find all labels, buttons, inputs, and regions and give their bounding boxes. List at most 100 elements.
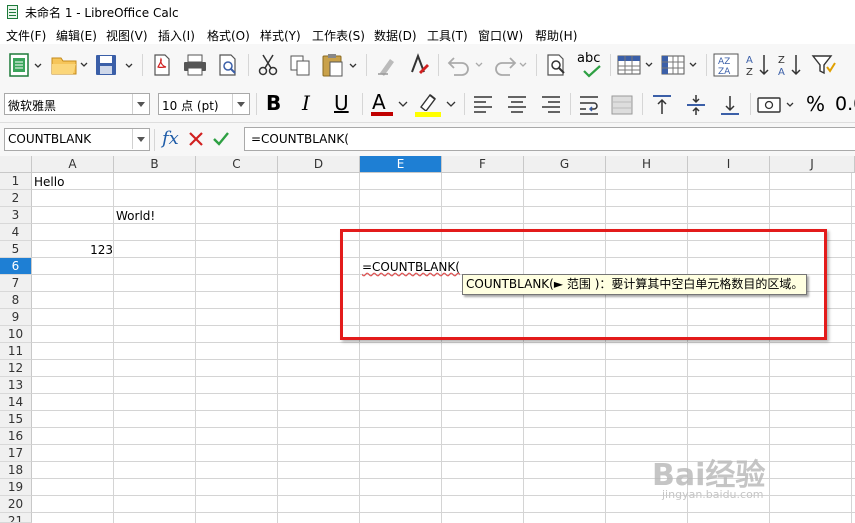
export-pdf-icon[interactable]: [150, 53, 174, 77]
row-header-4[interactable]: 4: [0, 224, 32, 241]
copy-icon[interactable]: [288, 53, 312, 77]
highlight-color-button[interactable]: [414, 91, 458, 117]
row-header-12[interactable]: 12: [0, 360, 32, 377]
cell-a1[interactable]: Hello: [34, 175, 64, 189]
row-header-20[interactable]: 20: [0, 496, 32, 513]
column-header-c[interactable]: C: [196, 156, 278, 173]
menu-styles[interactable]: 样式(Y): [260, 27, 301, 44]
watermark-url: jingyan.baidu.com: [662, 488, 764, 501]
row-header-18[interactable]: 18: [0, 462, 32, 479]
row-header-15[interactable]: 15: [0, 411, 32, 428]
column-header-b[interactable]: B: [114, 156, 196, 173]
undo-icon[interactable]: [446, 54, 486, 76]
clone-formatting-icon[interactable]: [404, 52, 430, 78]
font-size-box[interactable]: 10 点 (pt): [158, 93, 250, 115]
font-name-value: 微软雅黑: [8, 99, 57, 113]
svg-text:A: A: [778, 67, 785, 78]
align-top-icon[interactable]: [650, 93, 674, 117]
italic-button[interactable]: I: [302, 91, 310, 115]
row-header-10[interactable]: 10: [0, 326, 32, 343]
cell-b3[interactable]: World!: [116, 209, 155, 223]
row-header-13[interactable]: 13: [0, 377, 32, 394]
wrap-text-icon[interactable]: [578, 94, 600, 116]
row-header-2[interactable]: 2: [0, 190, 32, 207]
sort-ascending-icon[interactable]: A Z: [744, 52, 772, 78]
align-left-icon[interactable]: [472, 94, 494, 114]
row-header-9[interactable]: 9: [0, 309, 32, 326]
sort-icon[interactable]: AZ ZA: [712, 52, 740, 78]
chevron-down-icon[interactable]: [132, 129, 149, 149]
column-header-g[interactable]: G: [524, 156, 606, 173]
new-document-icon[interactable]: [8, 52, 42, 78]
row-header-5[interactable]: 5: [0, 241, 32, 258]
row-header-11[interactable]: 11: [0, 343, 32, 360]
row-header-7[interactable]: 7: [0, 275, 32, 292]
menu-tools[interactable]: 工具(T): [427, 27, 468, 44]
autofilter-icon[interactable]: [810, 53, 838, 77]
font-color-button[interactable]: A: [370, 90, 410, 117]
row-header-3[interactable]: 3: [0, 207, 32, 224]
row-header-17[interactable]: 17: [0, 445, 32, 462]
chevron-down-icon[interactable]: [232, 94, 249, 114]
print-icon[interactable]: [182, 53, 208, 77]
name-box[interactable]: COUNTBLANK: [4, 128, 150, 151]
clear-formatting-icon[interactable]: [374, 53, 398, 77]
menu-insert[interactable]: 插入(I): [158, 27, 195, 44]
row-header-8[interactable]: 8: [0, 292, 32, 309]
cell-a5[interactable]: 123: [32, 243, 113, 257]
menu-format[interactable]: 格式(O): [207, 27, 250, 44]
accept-icon[interactable]: [212, 130, 230, 148]
center-vertically-icon[interactable]: [684, 93, 708, 117]
column-header-e[interactable]: E: [360, 156, 442, 173]
find-replace-icon[interactable]: [544, 53, 570, 77]
chevron-down-icon[interactable]: [398, 100, 408, 108]
function-wizard-icon[interactable]: fx: [162, 128, 179, 149]
menu-file[interactable]: 文件(F): [6, 27, 46, 44]
menu-window[interactable]: 窗口(W): [478, 27, 523, 44]
merge-cells-icon[interactable]: [610, 94, 634, 116]
chevron-down-icon[interactable]: [132, 94, 149, 114]
cancel-icon[interactable]: [188, 131, 204, 147]
menu-data[interactable]: 数据(D): [374, 27, 417, 44]
font-size-value: 10 点 (pt): [162, 99, 219, 113]
column-header-h[interactable]: H: [606, 156, 688, 173]
menu-view[interactable]: 视图(V): [106, 27, 148, 44]
formula-input[interactable]: =COUNTBLANK(: [244, 127, 855, 151]
redo-icon[interactable]: [490, 54, 530, 76]
column-icon[interactable]: [660, 53, 702, 77]
percent-format-button[interactable]: %: [806, 92, 825, 116]
underline-button[interactable]: U: [334, 91, 349, 115]
number-format-button[interactable]: 0.0: [835, 93, 855, 115]
menu-edit[interactable]: 编辑(E): [56, 27, 97, 44]
column-header-f[interactable]: F: [442, 156, 524, 173]
align-center-icon[interactable]: [506, 94, 528, 114]
sort-descending-icon[interactable]: Z A: [776, 52, 804, 78]
select-all-corner[interactable]: [0, 156, 32, 173]
align-bottom-icon[interactable]: [718, 93, 742, 117]
row-header-19[interactable]: 19: [0, 479, 32, 496]
open-folder-icon[interactable]: [50, 54, 90, 76]
row-header-16[interactable]: 16: [0, 428, 32, 445]
column-header-j[interactable]: J: [770, 156, 855, 173]
title-bar: 未命名 1 - LibreOffice Calc: [0, 0, 855, 24]
font-name-box[interactable]: 微软雅黑: [4, 93, 150, 115]
row-header-1[interactable]: 1: [0, 173, 32, 190]
menu-sheet[interactable]: 工作表(S): [312, 27, 365, 44]
print-preview-icon[interactable]: [216, 53, 240, 77]
spelling-icon[interactable]: abc: [576, 51, 606, 79]
column-header-i[interactable]: I: [688, 156, 770, 173]
row-icon[interactable]: [616, 53, 658, 77]
cut-icon[interactable]: [256, 53, 280, 77]
column-header-d[interactable]: D: [278, 156, 360, 173]
row-header-14[interactable]: 14: [0, 394, 32, 411]
menu-help[interactable]: 帮助(H): [535, 27, 577, 44]
column-header-a[interactable]: A: [32, 156, 114, 173]
chevron-down-icon[interactable]: [446, 100, 456, 108]
align-right-icon[interactable]: [540, 94, 562, 114]
paste-icon[interactable]: [320, 52, 360, 78]
row-header-21[interactable]: 21: [0, 513, 32, 523]
currency-format-icon[interactable]: [756, 94, 800, 116]
save-icon[interactable]: [94, 53, 136, 77]
bold-button[interactable]: B: [266, 91, 281, 115]
row-header-6[interactable]: 6: [0, 258, 32, 275]
